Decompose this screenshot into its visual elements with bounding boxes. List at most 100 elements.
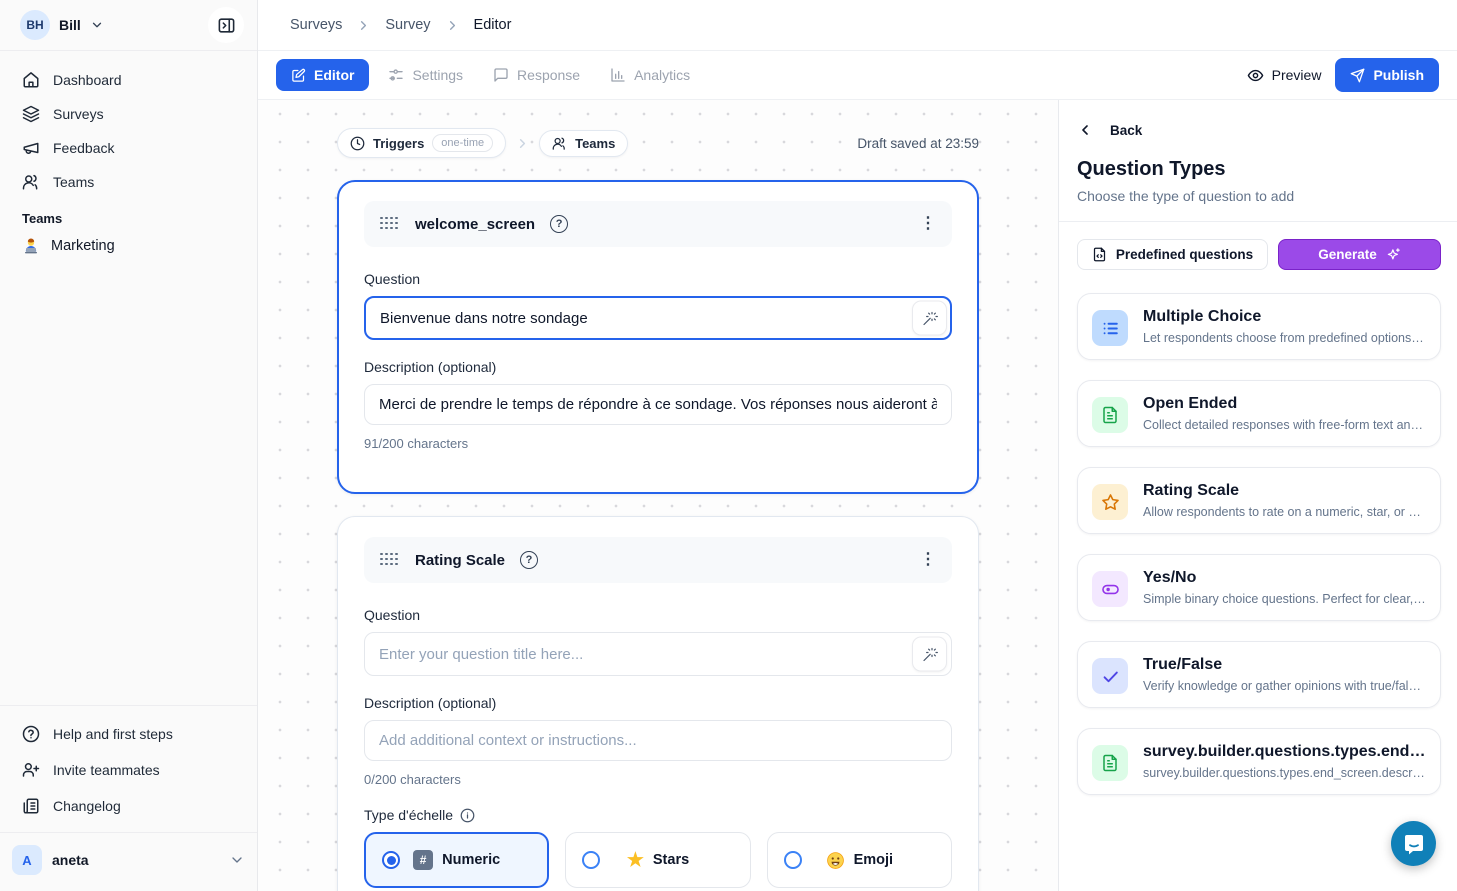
generate-button[interactable]: Generate bbox=[1278, 239, 1441, 270]
question-title-input[interactable] bbox=[364, 296, 952, 340]
triggers-pill[interactable]: Triggers one-time bbox=[337, 128, 506, 158]
tab-label: Analytics bbox=[634, 67, 690, 83]
sidebar-item-teams[interactable]: Teams bbox=[12, 165, 245, 199]
question-type-rating-scale[interactable]: Rating Scale Allow respondents to rate o… bbox=[1077, 467, 1441, 534]
question-type-yes-no[interactable]: Yes/No Simple binary choice questions. P… bbox=[1077, 554, 1441, 621]
sidebar-item-dashboard[interactable]: Dashboard bbox=[12, 63, 245, 97]
breadcrumb-survey[interactable]: Survey bbox=[385, 17, 430, 33]
scale-option-emoji[interactable]: Emoji bbox=[767, 832, 952, 888]
question-type-end-screen[interactable]: survey.builder.questions.types.end_scr..… bbox=[1077, 728, 1441, 795]
question-type-true-false[interactable]: True/False Verify knowledge or gather op… bbox=[1077, 641, 1441, 708]
workspace-name: Bill bbox=[59, 17, 81, 33]
send-icon bbox=[1350, 68, 1365, 83]
users-icon bbox=[552, 136, 567, 151]
preview-button[interactable]: Preview bbox=[1247, 67, 1322, 84]
question-field-label: Question bbox=[364, 271, 952, 287]
char-count: 0/200 characters bbox=[364, 772, 952, 787]
question-title-input[interactable] bbox=[364, 632, 952, 676]
chevron-right-icon bbox=[356, 18, 371, 33]
scale-option-stars[interactable]: ★ Stars bbox=[565, 832, 750, 888]
survey-flow-row: Triggers one-time Teams Draft saved at 2… bbox=[337, 128, 979, 158]
file-text-icon bbox=[1101, 406, 1119, 424]
radio-checked-icon[interactable] bbox=[382, 851, 400, 869]
tab-response[interactable]: Response bbox=[482, 59, 591, 91]
sidebar-item-invite[interactable]: Invite teammates bbox=[12, 752, 245, 788]
question-input-wrap bbox=[364, 296, 952, 340]
type-name: Open Ended bbox=[1143, 394, 1426, 415]
magic-wand-button[interactable] bbox=[912, 301, 947, 336]
collapse-sidebar-button[interactable] bbox=[208, 7, 244, 43]
question-type-open-ended[interactable]: Open Ended Collect detailed responses wi… bbox=[1077, 380, 1441, 447]
sidebar-item-help[interactable]: Help and first steps bbox=[12, 716, 245, 752]
account-switcher[interactable]: A aneta bbox=[0, 832, 257, 891]
question-types-panel: Back Question Types Choose the type of q… bbox=[1058, 100, 1457, 891]
question-card-rating-scale[interactable]: Rating Scale ? ⋮ Question Description (o… bbox=[337, 516, 979, 891]
scale-option-numeric[interactable]: # Numeric bbox=[364, 832, 549, 888]
sidebar-item-label: Help and first steps bbox=[53, 726, 173, 742]
tab-label: Response bbox=[517, 67, 580, 83]
drag-handle-icon[interactable] bbox=[380, 553, 400, 568]
tab-editor[interactable]: Editor bbox=[276, 59, 369, 91]
user-plus-icon bbox=[22, 761, 40, 779]
description-field-label: Description (optional) bbox=[364, 695, 952, 711]
panel-actions: Predefined questions Generate bbox=[1077, 222, 1441, 272]
content: Triggers one-time Teams Draft saved at 2… bbox=[258, 100, 1457, 891]
type-name: Yes/No bbox=[1143, 568, 1426, 589]
sidebar-item-changelog[interactable]: Changelog bbox=[12, 788, 245, 824]
message-icon bbox=[493, 67, 509, 83]
question-card-header: welcome_screen ? ⋮ bbox=[364, 201, 952, 247]
workspace-switcher[interactable]: BH Bill bbox=[14, 6, 110, 44]
description-input-wrap bbox=[364, 384, 952, 425]
draft-status: Draft saved at 23:59 bbox=[857, 136, 979, 151]
type-desc: Verify knowledge or gather opinions with… bbox=[1143, 679, 1426, 693]
teams-pill[interactable]: Teams bbox=[539, 130, 628, 157]
chat-launcher-button[interactable] bbox=[1391, 821, 1436, 866]
kebab-menu-icon[interactable]: ⋮ bbox=[920, 552, 936, 568]
help-circle-icon[interactable]: ? bbox=[550, 215, 568, 233]
back-button[interactable]: Back bbox=[1077, 100, 1441, 158]
wand-sparkles-icon bbox=[922, 310, 938, 326]
generate-label: Generate bbox=[1318, 247, 1377, 262]
panel-subtitle: Choose the type of question to add bbox=[1077, 188, 1441, 221]
publish-button[interactable]: Publish bbox=[1335, 58, 1439, 92]
tab-analytics[interactable]: Analytics bbox=[599, 59, 701, 91]
triggers-label: Triggers bbox=[373, 136, 424, 151]
info-icon[interactable] bbox=[460, 808, 475, 823]
scale-type-label-text: Type d'échelle bbox=[364, 807, 453, 823]
help-circle-icon[interactable]: ? bbox=[520, 551, 538, 569]
star-icon bbox=[1101, 493, 1120, 512]
toolbar-right: Preview Publish bbox=[1247, 58, 1439, 92]
radio-icon[interactable] bbox=[784, 851, 802, 869]
tab-label: Settings bbox=[412, 67, 463, 83]
back-label: Back bbox=[1110, 123, 1142, 138]
star-emoji: ★ bbox=[627, 851, 644, 870]
question-card-title: Rating Scale bbox=[415, 552, 505, 569]
sidebar-item-surveys[interactable]: Surveys bbox=[12, 97, 245, 131]
description-input[interactable] bbox=[364, 720, 952, 761]
predefined-questions-button[interactable]: Predefined questions bbox=[1077, 239, 1268, 270]
chevron-left-icon bbox=[1077, 122, 1093, 138]
sidebar-item-feedback[interactable]: Feedback bbox=[12, 131, 245, 165]
sidebar-team-marketing[interactable]: Marketing bbox=[0, 228, 257, 264]
question-card-header: Rating Scale ? ⋮ bbox=[364, 537, 952, 583]
breadcrumb: Surveys Survey Editor bbox=[258, 0, 1457, 51]
kebab-menu-icon[interactable]: ⋮ bbox=[920, 216, 936, 232]
sparkles-icon bbox=[1386, 247, 1401, 262]
layers-icon bbox=[22, 105, 40, 123]
question-type-multiple-choice[interactable]: Multiple Choice Let respondents choose f… bbox=[1077, 293, 1441, 360]
account-name: aneta bbox=[52, 852, 89, 868]
radio-icon[interactable] bbox=[582, 851, 600, 869]
description-input[interactable] bbox=[364, 384, 952, 425]
scale-option-label: Emoji bbox=[854, 852, 893, 868]
account-avatar: A bbox=[12, 845, 42, 875]
type-desc: Allow respondents to rate on a numeric, … bbox=[1143, 505, 1426, 519]
newspaper-icon bbox=[22, 797, 40, 815]
type-desc: Let respondents choose from predefined o… bbox=[1143, 331, 1426, 345]
question-card-welcome-screen[interactable]: welcome_screen ? ⋮ Question Description … bbox=[337, 180, 979, 494]
tab-settings[interactable]: Settings bbox=[377, 59, 474, 91]
magic-wand-button[interactable] bbox=[912, 637, 947, 672]
breadcrumb-surveys[interactable]: Surveys bbox=[290, 17, 342, 33]
drag-handle-icon[interactable] bbox=[380, 217, 400, 232]
scale-option-label: Stars bbox=[653, 852, 689, 868]
trigger-type-badge: one-time bbox=[432, 134, 493, 152]
